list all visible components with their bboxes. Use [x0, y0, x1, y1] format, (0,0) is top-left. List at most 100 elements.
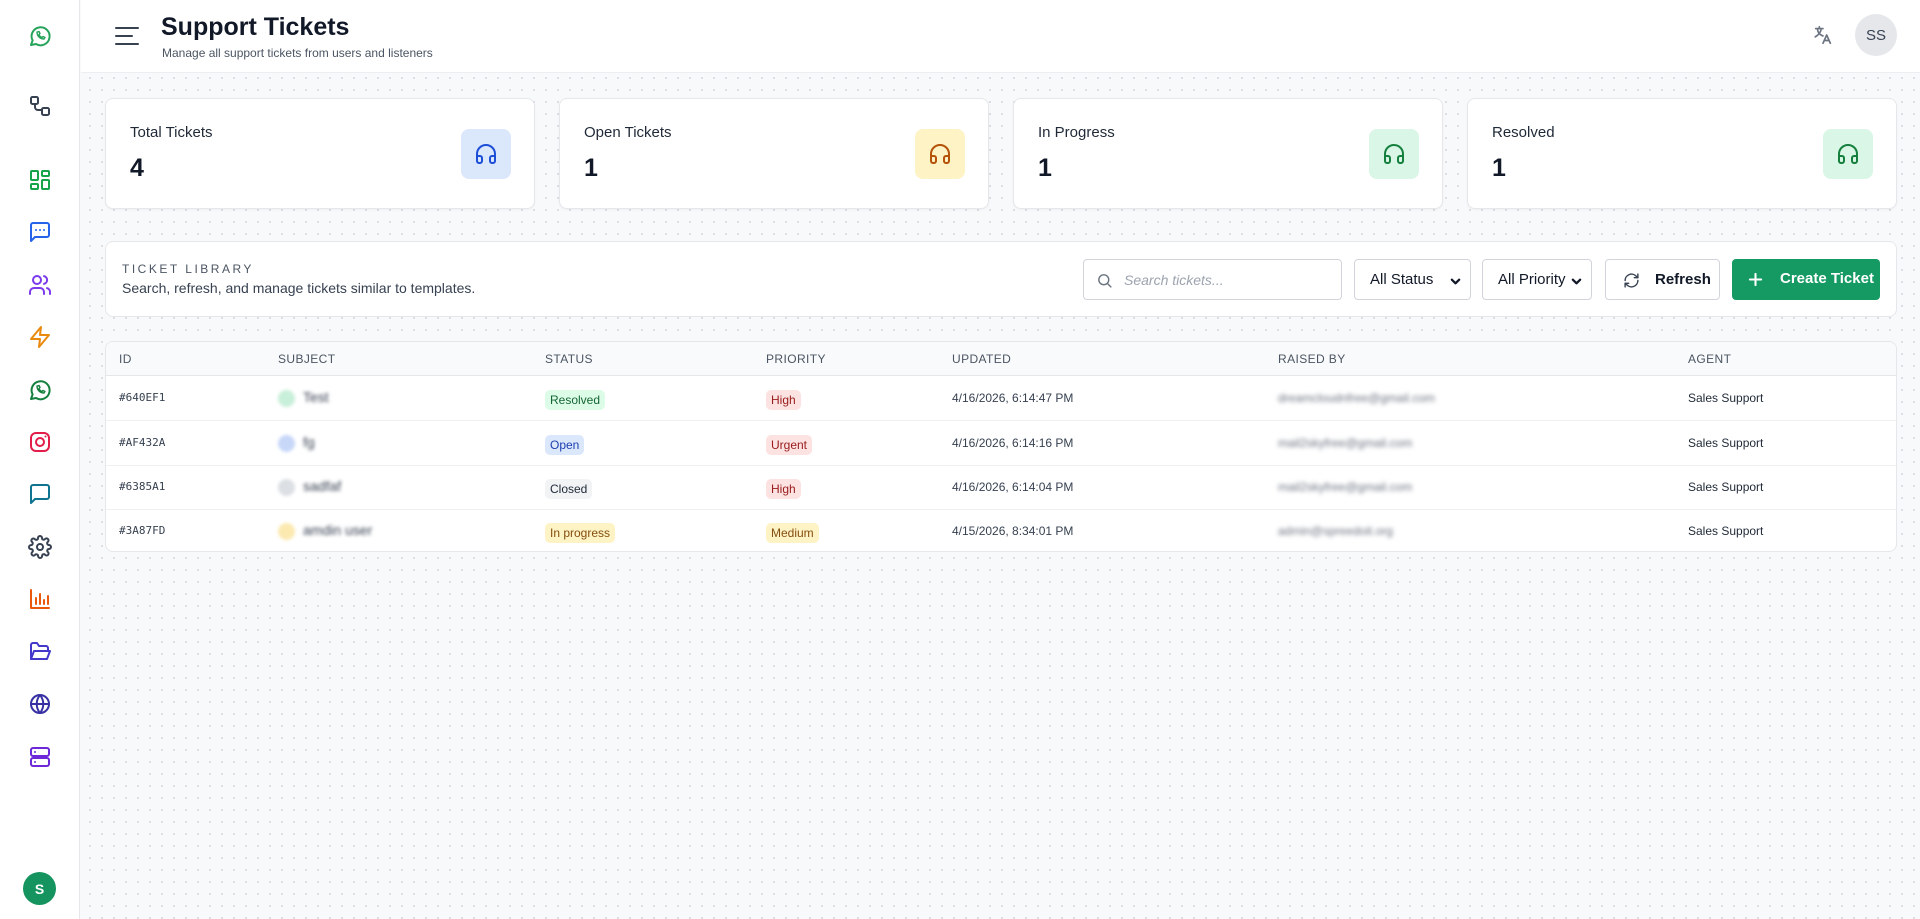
search-box[interactable]: [1083, 259, 1342, 300]
whatsapp-logo-icon[interactable]: [26, 22, 54, 50]
ticket-agent: Sales Support: [1688, 436, 1764, 450]
server-icon[interactable]: [26, 743, 54, 771]
ticket-id[interactable]: #3A87FD: [119, 524, 165, 537]
library-description: Search, refresh, and manage tickets simi…: [122, 280, 476, 296]
refresh-button[interactable]: Refresh: [1605, 259, 1720, 300]
stat-card-resolved: Resolved 1: [1467, 98, 1897, 209]
ticket-id[interactable]: #AF432A: [119, 436, 165, 449]
stat-card-in-progress: In Progress 1: [1013, 98, 1443, 209]
subject-avatar: [278, 390, 295, 407]
folder-icon[interactable]: [26, 638, 54, 666]
top-header: Support Tickets Manage all support ticke…: [81, 0, 1920, 73]
status-badge: Open: [545, 435, 585, 455]
subject-avatar: [278, 523, 295, 540]
stat-label: Resolved: [1492, 124, 1555, 141]
globe-icon[interactable]: [26, 690, 54, 718]
priority-badge: Medium: [766, 523, 819, 543]
column-header-updated: UPDATED: [952, 352, 1012, 366]
ticket-raised-by: mail2skyfree@gmail.com: [1278, 436, 1413, 450]
refresh-icon: [1624, 273, 1639, 288]
instagram-icon[interactable]: [26, 428, 54, 456]
priority-badge: Urgent: [766, 435, 813, 455]
headphones-icon: [1823, 129, 1873, 179]
stat-card-total: Total Tickets 4: [105, 98, 535, 209]
priority-filter-value: All Priority: [1498, 271, 1566, 288]
status-filter-value: All Status: [1370, 271, 1434, 288]
create-ticket-label: Create Ticket: [1780, 270, 1874, 287]
priority-badge: High: [766, 479, 801, 499]
ticket-subject[interactable]: fg: [303, 434, 315, 450]
user-avatar[interactable]: SS: [1855, 14, 1897, 56]
stat-label: Open Tickets: [584, 124, 672, 141]
workflow-icon[interactable]: [26, 92, 54, 120]
ticket-agent: Sales Support: [1688, 480, 1764, 494]
headphones-icon: [915, 129, 965, 179]
ticket-subject[interactable]: Test: [303, 389, 329, 405]
tickets-table: ID SUBJECT STATUS PRIORITY UPDATED RAISE…: [105, 341, 1897, 552]
status-badge: Resolved: [545, 390, 606, 410]
ticket-updated: 4/15/2026, 8:34:01 PM: [952, 524, 1074, 538]
stat-value: 1: [1038, 154, 1052, 182]
plus-icon: [1748, 272, 1763, 287]
sidebar: S: [0, 0, 80, 919]
ticket-updated: 4/16/2026, 6:14:16 PM: [952, 436, 1074, 450]
status-badge: Closed: [545, 479, 593, 499]
page-subtitle: Manage all support tickets from users an…: [162, 46, 433, 60]
table-header: ID SUBJECT STATUS PRIORITY UPDATED RAISE…: [106, 342, 1896, 376]
ticket-subject[interactable]: sadfaf: [303, 478, 341, 494]
users-icon[interactable]: [26, 271, 54, 299]
chevron-down-icon: [1450, 274, 1461, 285]
ticket-id[interactable]: #6385A1: [119, 480, 165, 493]
ticket-library-toolbar: TICKET LIBRARY Search, refresh, and mana…: [105, 241, 1897, 317]
refresh-label: Refresh: [1655, 271, 1711, 288]
ticket-agent: Sales Support: [1688, 524, 1764, 538]
translate-icon[interactable]: [1812, 24, 1836, 48]
column-header-agent: AGENT: [1688, 352, 1732, 366]
page-title: Support Tickets: [161, 13, 350, 41]
sidebar-user-avatar[interactable]: S: [23, 872, 56, 905]
table-row[interactable]: #640EF1 Test Resolved High 4/16/2026, 6:…: [106, 377, 1896, 421]
ticket-raised-by: dreamcloudnfree@gmail.com: [1278, 391, 1435, 405]
ticket-updated: 4/16/2026, 6:14:47 PM: [952, 391, 1074, 405]
column-header-status: STATUS: [545, 352, 593, 366]
message-icon[interactable]: [26, 480, 54, 508]
column-header-id: ID: [119, 352, 132, 366]
ticket-id[interactable]: #640EF1: [119, 391, 165, 404]
column-header-raised-by: RAISED BY: [1278, 352, 1346, 366]
menu-toggle-button[interactable]: [113, 22, 141, 50]
table-row[interactable]: #6385A1 sadfaf Closed High 4/16/2026, 6:…: [106, 466, 1896, 510]
ticket-updated: 4/16/2026, 6:14:04 PM: [952, 480, 1074, 494]
status-filter-select[interactable]: All Status: [1354, 259, 1471, 300]
stat-value: 4: [130, 154, 144, 182]
lightning-icon[interactable]: [26, 323, 54, 351]
ticket-raised-by: admin@spreedoit.org: [1278, 524, 1393, 538]
dashboard-icon[interactable]: [26, 166, 54, 194]
table-row[interactable]: #3A87FD amdin user In progress Medium 4/…: [106, 510, 1896, 551]
search-icon: [1098, 274, 1112, 288]
whatsapp-icon[interactable]: [26, 376, 54, 404]
headphones-icon: [461, 129, 511, 179]
priority-badge: High: [766, 390, 801, 410]
stat-label: Total Tickets: [130, 124, 213, 141]
ticket-subject[interactable]: amdin user: [303, 522, 372, 538]
settings-icon[interactable]: [26, 533, 54, 561]
ticket-raised-by: mail2skyfree@gmail.com: [1278, 480, 1413, 494]
chevron-down-icon: [1571, 274, 1582, 285]
headphones-icon: [1369, 129, 1419, 179]
stat-card-open: Open Tickets 1: [559, 98, 989, 209]
priority-filter-select[interactable]: All Priority: [1482, 259, 1592, 300]
stat-label: In Progress: [1038, 124, 1115, 141]
chat-icon[interactable]: [26, 218, 54, 246]
table-row[interactable]: #AF432A fg Open Urgent 4/16/2026, 6:14:1…: [106, 422, 1896, 466]
subject-avatar: [278, 479, 295, 496]
stat-value: 1: [584, 154, 598, 182]
column-header-subject: SUBJECT: [278, 352, 336, 366]
stat-value: 1: [1492, 154, 1506, 182]
library-title: TICKET LIBRARY: [122, 262, 254, 276]
analytics-icon[interactable]: [26, 585, 54, 613]
subject-avatar: [278, 435, 295, 452]
search-input[interactable]: [1124, 269, 1334, 291]
status-badge: In progress: [545, 523, 616, 543]
create-ticket-button[interactable]: Create Ticket: [1732, 259, 1880, 300]
ticket-agent: Sales Support: [1688, 391, 1764, 405]
